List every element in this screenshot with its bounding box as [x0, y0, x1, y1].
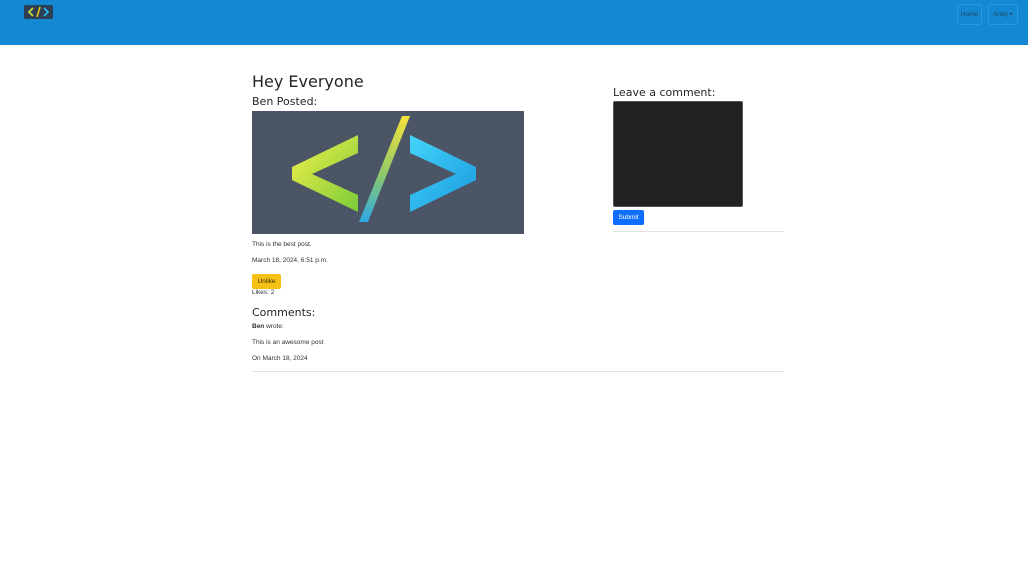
post-image: [252, 111, 524, 234]
comment-author: Ben: [252, 323, 265, 330]
code-brackets-logo-icon: [292, 116, 476, 222]
post-title: Hey Everyone: [252, 72, 364, 91]
submit-button[interactable]: Submit: [613, 210, 644, 225]
top-navbar: Home Andy: [0, 0, 1028, 45]
comment-text: This is an awesome post: [252, 339, 324, 346]
form-divider: [613, 231, 784, 232]
comment-author-line: Ben wrote:: [252, 323, 284, 330]
post-author: Ben Posted:: [252, 95, 318, 108]
brand-logo-icon[interactable]: [24, 5, 53, 19]
comment-form-heading: Leave a comment:: [613, 86, 716, 99]
post-body: This is the best post.: [252, 241, 312, 248]
comments-heading: Comments:: [252, 306, 316, 319]
comments-divider: [252, 371, 784, 372]
home-label: Home: [960, 11, 979, 18]
comment-date: On March 18, 2024: [252, 355, 308, 362]
user-label: Andy: [993, 11, 1008, 18]
chevron-down-icon: [1008, 13, 1013, 16]
comment-textarea[interactable]: [613, 101, 743, 207]
unlike-button[interactable]: Unlike: [252, 274, 281, 289]
likes-count: Likes: 2: [252, 289, 275, 296]
post-timestamp: March 18, 2024, 6:51 p.m.: [252, 257, 328, 264]
user-dropdown[interactable]: Andy: [988, 4, 1018, 25]
home-link[interactable]: Home: [957, 4, 982, 25]
comment-wrote: wrote:: [266, 323, 284, 330]
